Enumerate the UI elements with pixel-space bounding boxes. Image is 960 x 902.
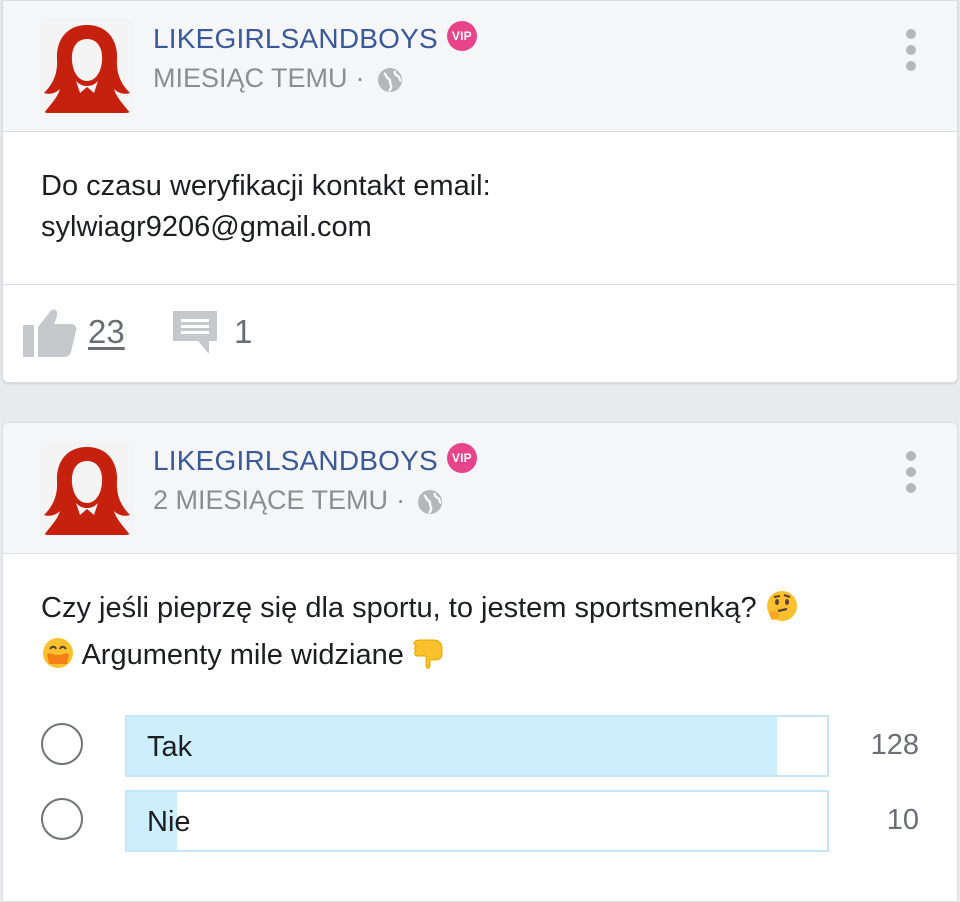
globe-icon — [417, 489, 443, 515]
post-card: LIKEGIRLSANDBOYS VIP 2 MIESIĄCE TEMU · C… — [2, 422, 958, 902]
poll-vote-count: 10 — [886, 804, 919, 836]
meta-separator: · — [396, 485, 406, 515]
like-count[interactable]: 23 — [88, 313, 125, 351]
author-label[interactable]: LIKEGIRLSANDBOYS — [153, 23, 438, 55]
post-text-line: Argumenty mile widziane — [81, 639, 404, 671]
globe-icon — [377, 67, 403, 93]
avatar[interactable] — [40, 441, 134, 535]
post-text-line: Do czasu weryfikacji kontakt email: — [41, 170, 491, 202]
poll-vote-count: 128 — [870, 729, 919, 761]
more-options-icon[interactable] — [905, 451, 917, 493]
post-header: LIKEGIRLSANDBOYS VIP 2 MIESIĄCE TEMU · — [3, 423, 957, 554]
post-card: LIKEGIRLSANDBOYS VIP MIESIĄC TEMU · Do c… — [2, 0, 958, 383]
post-meta: MIESIĄC TEMU · — [153, 63, 403, 94]
post-header: LIKEGIRLSANDBOYS VIP MIESIĄC TEMU · — [3, 1, 957, 132]
avatar[interactable] — [40, 19, 134, 113]
more-options-icon[interactable] — [905, 29, 917, 71]
face-with-hand-over-mouth-icon — [41, 636, 75, 682]
comment-count[interactable]: 1 — [234, 313, 252, 351]
pointing-down-icon — [412, 636, 446, 682]
comment-icon[interactable] — [171, 309, 219, 360]
poll-bar-fill — [127, 717, 777, 775]
author-name[interactable]: LIKEGIRLSANDBOYS VIP — [153, 21, 477, 55]
post-time[interactable]: 2 MIESIĄCE TEMU — [153, 485, 388, 516]
poll-bar[interactable]: Tak — [125, 715, 829, 777]
thinking-face-icon — [765, 589, 799, 635]
meta-separator: · — [355, 63, 365, 93]
post-meta: 2 MIESIĄCE TEMU · — [153, 485, 443, 516]
post-text-email[interactable]: sylwiagr9206@gmail.com — [41, 207, 919, 248]
poll-option[interactable]: Tak 128 — [3, 715, 957, 779]
post-text-line: Czy jeśli pieprzę się dla sportu, to jes… — [41, 592, 757, 624]
poll-radio[interactable] — [41, 723, 83, 765]
vip-badge: VIP — [446, 443, 477, 473]
thumbs-up-icon[interactable] — [23, 307, 77, 362]
poll-bar[interactable]: Nie — [125, 790, 829, 852]
post-body: Czy jeśli pieprzę się dla sportu, to jes… — [3, 554, 957, 682]
author-name[interactable]: LIKEGIRLSANDBOYS VIP — [153, 443, 477, 477]
post-actions: 23 1 — [3, 285, 957, 381]
post-time[interactable]: MIESIĄC TEMU — [153, 63, 348, 94]
poll-radio[interactable] — [41, 798, 83, 840]
vip-badge: VIP — [446, 21, 477, 51]
poll-option-label: Nie — [147, 806, 191, 838]
poll-option[interactable]: Nie 10 — [3, 790, 957, 854]
author-label[interactable]: LIKEGIRLSANDBOYS — [153, 445, 438, 477]
poll-option-label: Tak — [147, 731, 193, 763]
post-body: Do czasu weryfikacji kontakt email: sylw… — [3, 132, 957, 285]
